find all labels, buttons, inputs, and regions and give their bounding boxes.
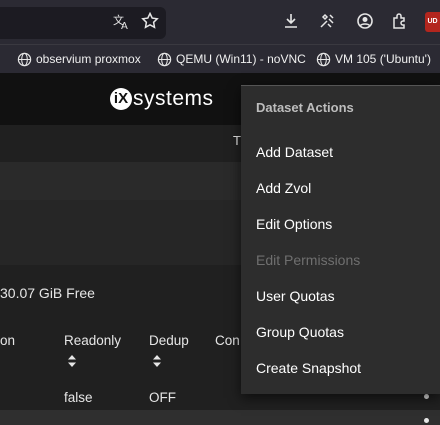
menu-item-create-snapshot[interactable]: Create Snapshot	[241, 350, 440, 386]
menu-item-user-quotas[interactable]: User Quotas	[241, 278, 440, 314]
ixsystems-logo[interactable]: iX systems	[110, 84, 214, 114]
bookmark-star-icon[interactable]	[140, 11, 160, 32]
sort-arrows-icon[interactable]	[67, 355, 77, 367]
row-actions-icon[interactable]	[424, 418, 429, 423]
bookmark-label: QEMU (Win11) - noVNC	[176, 52, 306, 66]
extension-toolbox-icon[interactable]	[317, 12, 337, 32]
browser-toolbar: 文A UD	[0, 0, 440, 44]
menu-item-edit-permissions: Edit Permissions	[241, 242, 440, 278]
globe-icon	[157, 52, 172, 67]
bookmark-label: observium proxmox	[36, 52, 141, 66]
menu-item-label: User Quotas	[256, 288, 335, 304]
row-actions-icon[interactable]	[424, 394, 429, 399]
column-header-readonly[interactable]: Readonly	[64, 333, 121, 348]
cell-readonly: false	[64, 390, 93, 405]
bookmark-vm105[interactable]: VM 105 ('Ubuntu')	[316, 51, 436, 67]
extensions-puzzle-icon[interactable]	[390, 12, 410, 32]
address-bar[interactable]: 文A	[0, 7, 166, 39]
svg-text:A: A	[121, 21, 128, 30]
menu-item-label: Add Zvol	[256, 180, 312, 196]
column-header-comments[interactable]: Con	[215, 333, 240, 348]
bookmark-qemu[interactable]: QEMU (Win11) - noVNC	[157, 51, 307, 67]
globe-icon	[316, 52, 331, 67]
download-icon[interactable]	[281, 12, 301, 32]
sort-arrows-icon[interactable]	[152, 355, 162, 367]
bookmarks-bar: observium proxmox QEMU (Win11) - noVNC V…	[0, 44, 440, 73]
menu-item-label: Edit Permissions	[256, 252, 361, 268]
menu-item-edit-options[interactable]: Edit Options	[241, 206, 440, 242]
bookmark-label: VM 105 ('Ubuntu')	[335, 52, 431, 66]
cell-dedup: OFF	[149, 390, 176, 405]
menu-item-label: Edit Options	[256, 216, 333, 232]
menu-title: Dataset Actions	[256, 100, 354, 115]
menu-item-label: Add Dataset	[256, 144, 334, 160]
dataset-actions-menu: Dataset Actions Add Dataset Add Zvol Edi…	[241, 85, 440, 394]
logo-mark: iX	[110, 88, 132, 111]
menu-item-add-zvol[interactable]: Add Zvol	[241, 170, 440, 206]
table-row-next	[0, 410, 440, 425]
globe-icon	[17, 52, 32, 67]
column-header-dedup[interactable]: Dedup	[149, 333, 189, 348]
page-partial-title: T	[233, 133, 241, 148]
menu-item-label: Group Quotas	[256, 324, 344, 340]
logo-text: systems	[133, 87, 214, 111]
column-header-compression[interactable]: on	[0, 333, 15, 348]
menu-item-add-dataset[interactable]: Add Dataset	[241, 134, 440, 170]
bookmark-observium[interactable]: observium proxmox	[17, 51, 152, 67]
menu-item-group-quotas[interactable]: Group Quotas	[241, 314, 440, 350]
translate-icon[interactable]: 文A	[112, 12, 132, 32]
extension-badge[interactable]: UD	[425, 12, 440, 32]
account-icon[interactable]	[355, 12, 375, 32]
menu-item-label: Create Snapshot	[256, 360, 362, 376]
free-space-text: 30.07 GiB Free	[0, 285, 95, 301]
